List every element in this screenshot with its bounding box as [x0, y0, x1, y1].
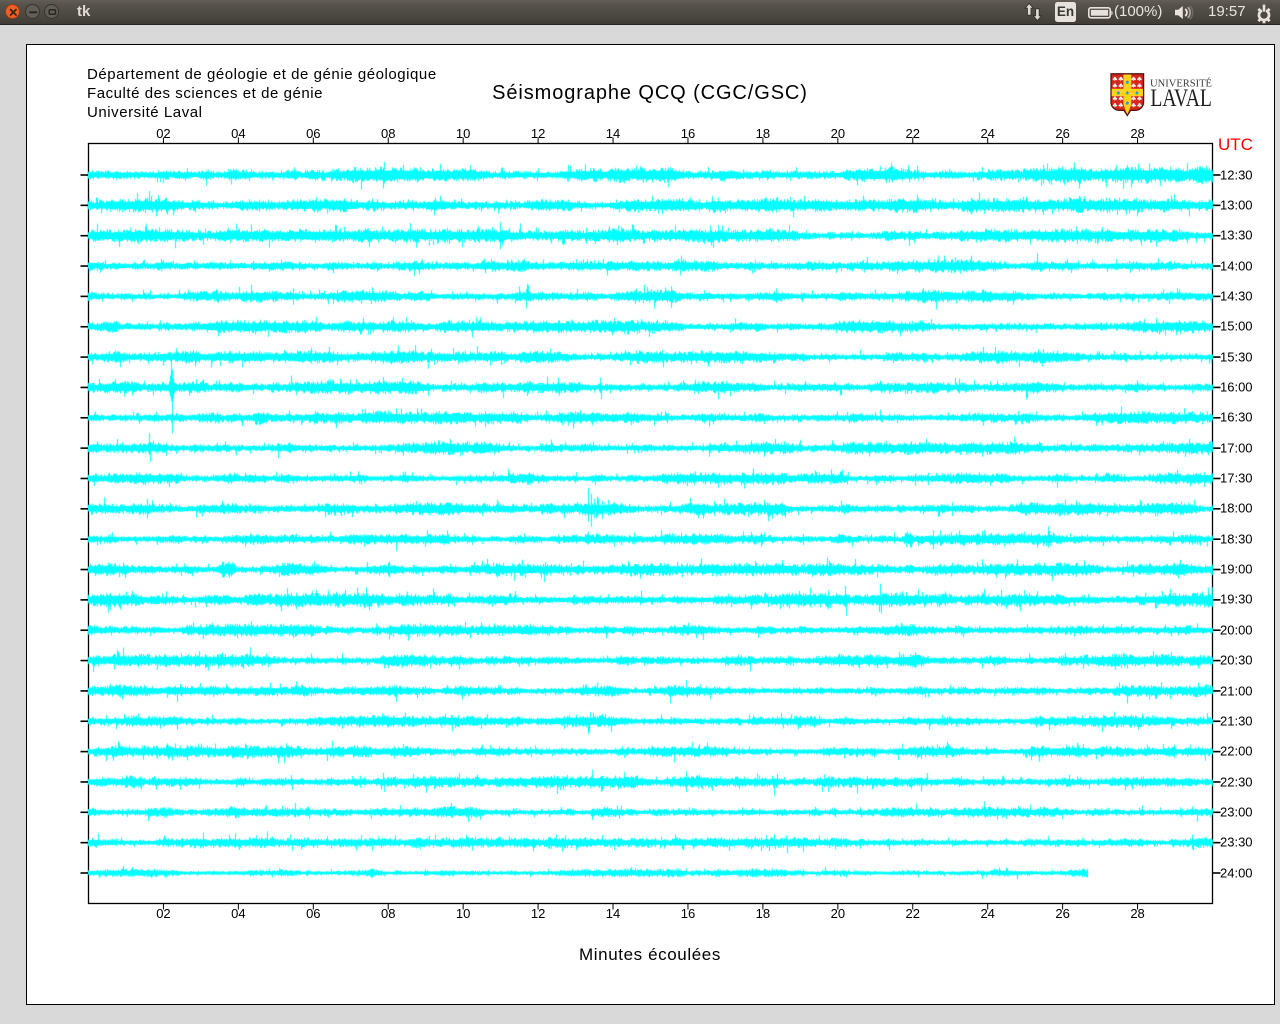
svg-text:LAVAL: LAVAL	[1150, 84, 1212, 112]
